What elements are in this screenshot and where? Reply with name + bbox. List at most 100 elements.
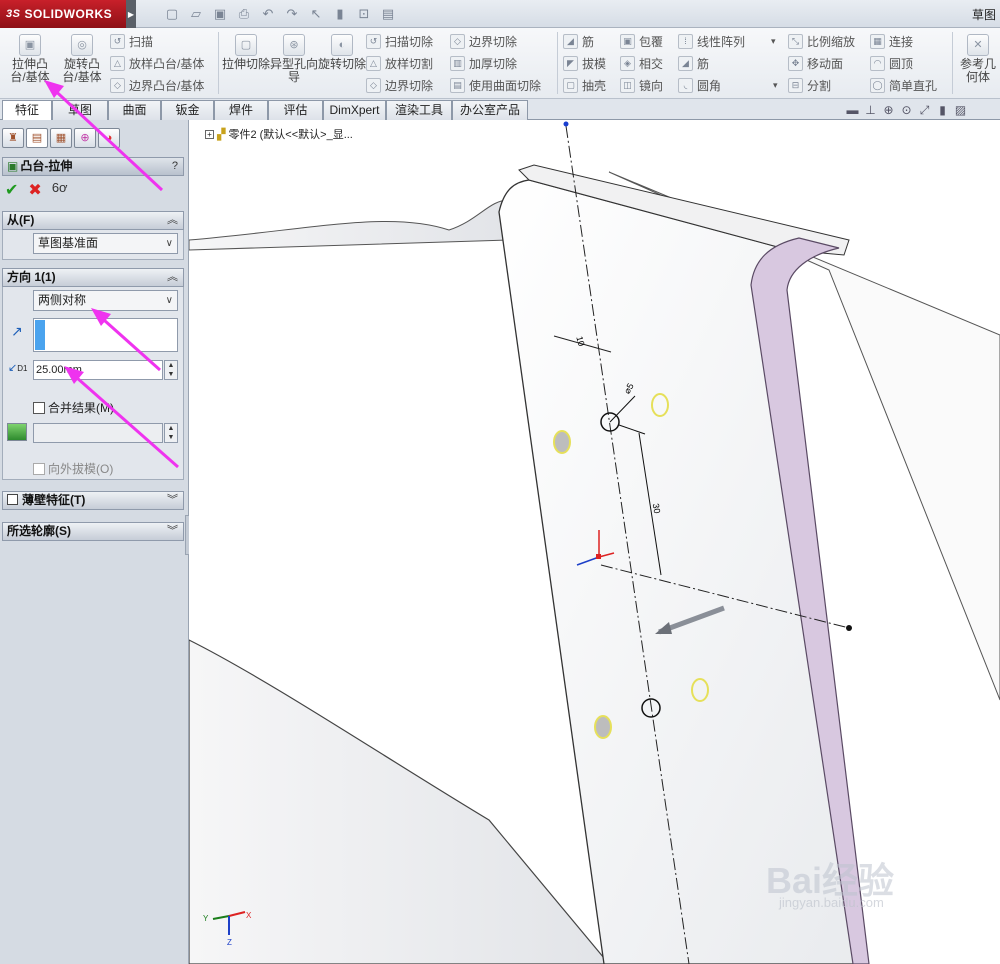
ok-check-icon[interactable]: ✔ [5, 180, 18, 200]
rib-button-2[interactable]: ◢ 筋 [678, 53, 709, 73]
tab-dimxpert[interactable]: DimXpert [323, 100, 386, 120]
hole-top-left[interactable] [553, 430, 571, 454]
end-condition-select[interactable]: 两侧对称 ∨ [33, 290, 178, 311]
dome-button[interactable]: ◠ 圆顶 [870, 53, 913, 73]
surface-cut-button[interactable]: ▤ 使用曲面切除 [450, 75, 541, 95]
extrude-cut-button[interactable]: ▢ 拉伸切除 [222, 32, 270, 94]
section-view-icon[interactable]: ▮ [936, 103, 949, 117]
cancel-x-icon[interactable]: ✖ [28, 180, 41, 200]
ribbon-separator [952, 32, 953, 94]
options-icon[interactable]: ▤ [378, 4, 398, 24]
tab-office-products[interactable]: 办公室产品 [452, 100, 528, 120]
pan-icon[interactable]: ⤢ [918, 103, 931, 117]
tab-evaluate[interactable]: 评估 [268, 100, 323, 120]
extrude-boss-icon: ▣ [19, 34, 41, 56]
depth-spinner[interactable]: ▲ ▼ [164, 360, 178, 380]
fillet-dropdown-icon[interactable]: ▾ [773, 80, 778, 91]
rebuild-icon[interactable]: ▮ [330, 4, 350, 24]
simple-hole-button[interactable]: ◯ 简单直孔 [870, 75, 937, 95]
open-file-icon[interactable]: ▱ [186, 4, 206, 24]
scale-button[interactable]: ⤡ 比例缩放 [788, 31, 855, 51]
new-file-icon[interactable]: ▢ [162, 4, 182, 24]
direction-selection-box[interactable] [33, 318, 178, 352]
linear-pattern-dropdown-icon[interactable]: ▾ [771, 36, 776, 47]
centerline-top-point[interactable] [563, 121, 569, 127]
pin-icon[interactable]: ⊥ [864, 103, 877, 117]
depth-input[interactable]: 25.00mm [33, 360, 163, 380]
detailed-preview-icon[interactable]: 6ơ [52, 180, 68, 200]
undo-icon[interactable]: ↶ [258, 4, 278, 24]
draft-outward-label: 向外拔模(O) [48, 462, 114, 476]
property-manager-tab-icon[interactable]: ▤ [26, 128, 48, 148]
mirror-button[interactable]: ◫ 镜向 [620, 75, 663, 95]
previous-view-icon[interactable]: ▬ [846, 103, 859, 117]
menu-expand-icon[interactable]: ▶ [126, 0, 136, 28]
direction1-section-header[interactable]: 方向 1(1) ︽ [2, 268, 184, 287]
wrap-button[interactable]: ▣ 包覆 [620, 31, 663, 51]
thin-feature-label: 薄壁特征(T) [22, 493, 86, 507]
draft-on-off-icon[interactable] [7, 423, 27, 441]
connect-button[interactable]: ▦ 连接 [870, 31, 913, 51]
feature-manager-tab-icon[interactable]: ♜ [2, 128, 24, 148]
tab-weldments[interactable]: 焊件 [214, 100, 268, 120]
from-start-condition-select[interactable]: 草图基准面 ∨ [33, 233, 178, 254]
shell-button[interactable]: ▢ 抽壳 [563, 75, 606, 95]
lofted-cut-button[interactable]: △ 放样切割 [366, 53, 433, 73]
redo-icon[interactable]: ↷ [282, 4, 302, 24]
dimxpert-manager-tab-icon[interactable]: ⊕ [74, 128, 96, 148]
zoom-fit-icon[interactable]: ⊕ [882, 103, 895, 117]
scale-icon: ⤡ [788, 33, 803, 49]
reference-geometry-button[interactable]: ✕ 参考几何体 [956, 32, 1000, 94]
tab-sheet-metal[interactable]: 钣金 [161, 100, 214, 120]
linear-pattern-button[interactable]: ⁞ 线性阵列 ▾ [678, 31, 776, 51]
draft-angle-spinner[interactable]: ▲ ▼ [164, 423, 178, 443]
intersect-button[interactable]: ◈ 相交 [620, 53, 663, 73]
solidworks-logo[interactable]: 3S SOLIDWORKS [0, 0, 126, 28]
merge-result-checkbox[interactable]: 合并结果(M) [33, 399, 114, 416]
save-icon[interactable]: ▣ [210, 4, 230, 24]
centerline-end-point[interactable] [846, 625, 852, 631]
direction-arrow-icon[interactable]: ↗ [11, 323, 23, 340]
draft-outward-checkbox[interactable]: 向外拔模(O) [33, 460, 113, 477]
loft-boss-button[interactable]: △ 放样凸台/基体 [110, 53, 204, 73]
boundary-boss-button[interactable]: ◇ 边界凸台/基体 [110, 75, 204, 95]
revolve-boss-button[interactable]: ◎ 旋转凸台/基体 [58, 32, 106, 94]
split-button[interactable]: ⊟ 分割 [788, 75, 831, 95]
move-face-button[interactable]: ✥ 移动面 [788, 53, 843, 73]
zoom-area-icon[interactable]: ⊙ [900, 103, 913, 117]
selected-contours-section-header[interactable]: 所选轮廓(S) ︾ [2, 522, 184, 541]
tab-render-tools[interactable]: 渲染工具 [386, 100, 452, 120]
revolve-cut-button[interactable]: ◐ 旋转切除 [318, 32, 366, 94]
dim-30-text[interactable]: 30 [651, 503, 663, 515]
help-icon[interactable]: ? [172, 158, 178, 175]
swept-cut-button[interactable]: ↺ 扫描切除 [366, 31, 433, 51]
thin-feature-checkbox[interactable] [7, 494, 18, 505]
revolve-boss-icon: ◎ [71, 34, 93, 56]
from-section-header[interactable]: 从(F) ︽ [2, 211, 184, 230]
print-icon[interactable]: ⎙ [234, 4, 254, 24]
boundary-cut-button[interactable]: ◇ 边界切除 [366, 75, 433, 95]
draft-button[interactable]: ◤ 拔模 [563, 53, 606, 73]
sweep-button[interactable]: ↺ 扫描 [110, 31, 153, 51]
file-properties-icon[interactable]: ⊡ [354, 4, 374, 24]
heads-up-view-toolbar: ▬ ⊥ ⊕ ⊙ ⤢ ▮ ▨ [846, 103, 967, 117]
display-manager-tab-icon[interactable]: ◕ [98, 128, 120, 148]
tab-sketch[interactable]: 草图 [52, 100, 108, 120]
hole-bottom-left[interactable] [594, 715, 612, 739]
window-title-sketch: 草图 [971, 8, 996, 22]
rib-button[interactable]: ◢ 筋 [563, 31, 594, 51]
configuration-manager-tab-icon[interactable]: ▦ [50, 128, 72, 148]
tab-surfaces[interactable]: 曲面 [108, 100, 161, 120]
hole-wizard-button[interactable]: ⊛ 异型孔向导 [270, 32, 318, 94]
thin-feature-section-header[interactable]: 薄壁特征(T) ︾ [2, 491, 184, 510]
boundary-cut-button-2[interactable]: ◇ 边界切除 [450, 31, 517, 51]
draft-angle-input[interactable] [33, 423, 163, 443]
fillet-button[interactable]: ◟ 圆角 ▾ [678, 75, 778, 95]
view-orientation-icon[interactable]: ▨ [954, 103, 967, 117]
select-icon[interactable]: ↖ [306, 4, 326, 24]
graphics-area[interactable]: + ▞ 零件2 (默认<<默认>_显... 10 ⌀5 30 X Y Z Bai… [189, 120, 1000, 964]
thicken-cut-button[interactable]: ▥ 加厚切除 [450, 53, 517, 73]
tab-features[interactable]: 特征 [2, 100, 52, 121]
extrude-boss-label: 拉伸凸台/基体 [10, 57, 50, 84]
extrude-boss-button[interactable]: ▣ 拉伸凸台/基体 [6, 32, 54, 94]
